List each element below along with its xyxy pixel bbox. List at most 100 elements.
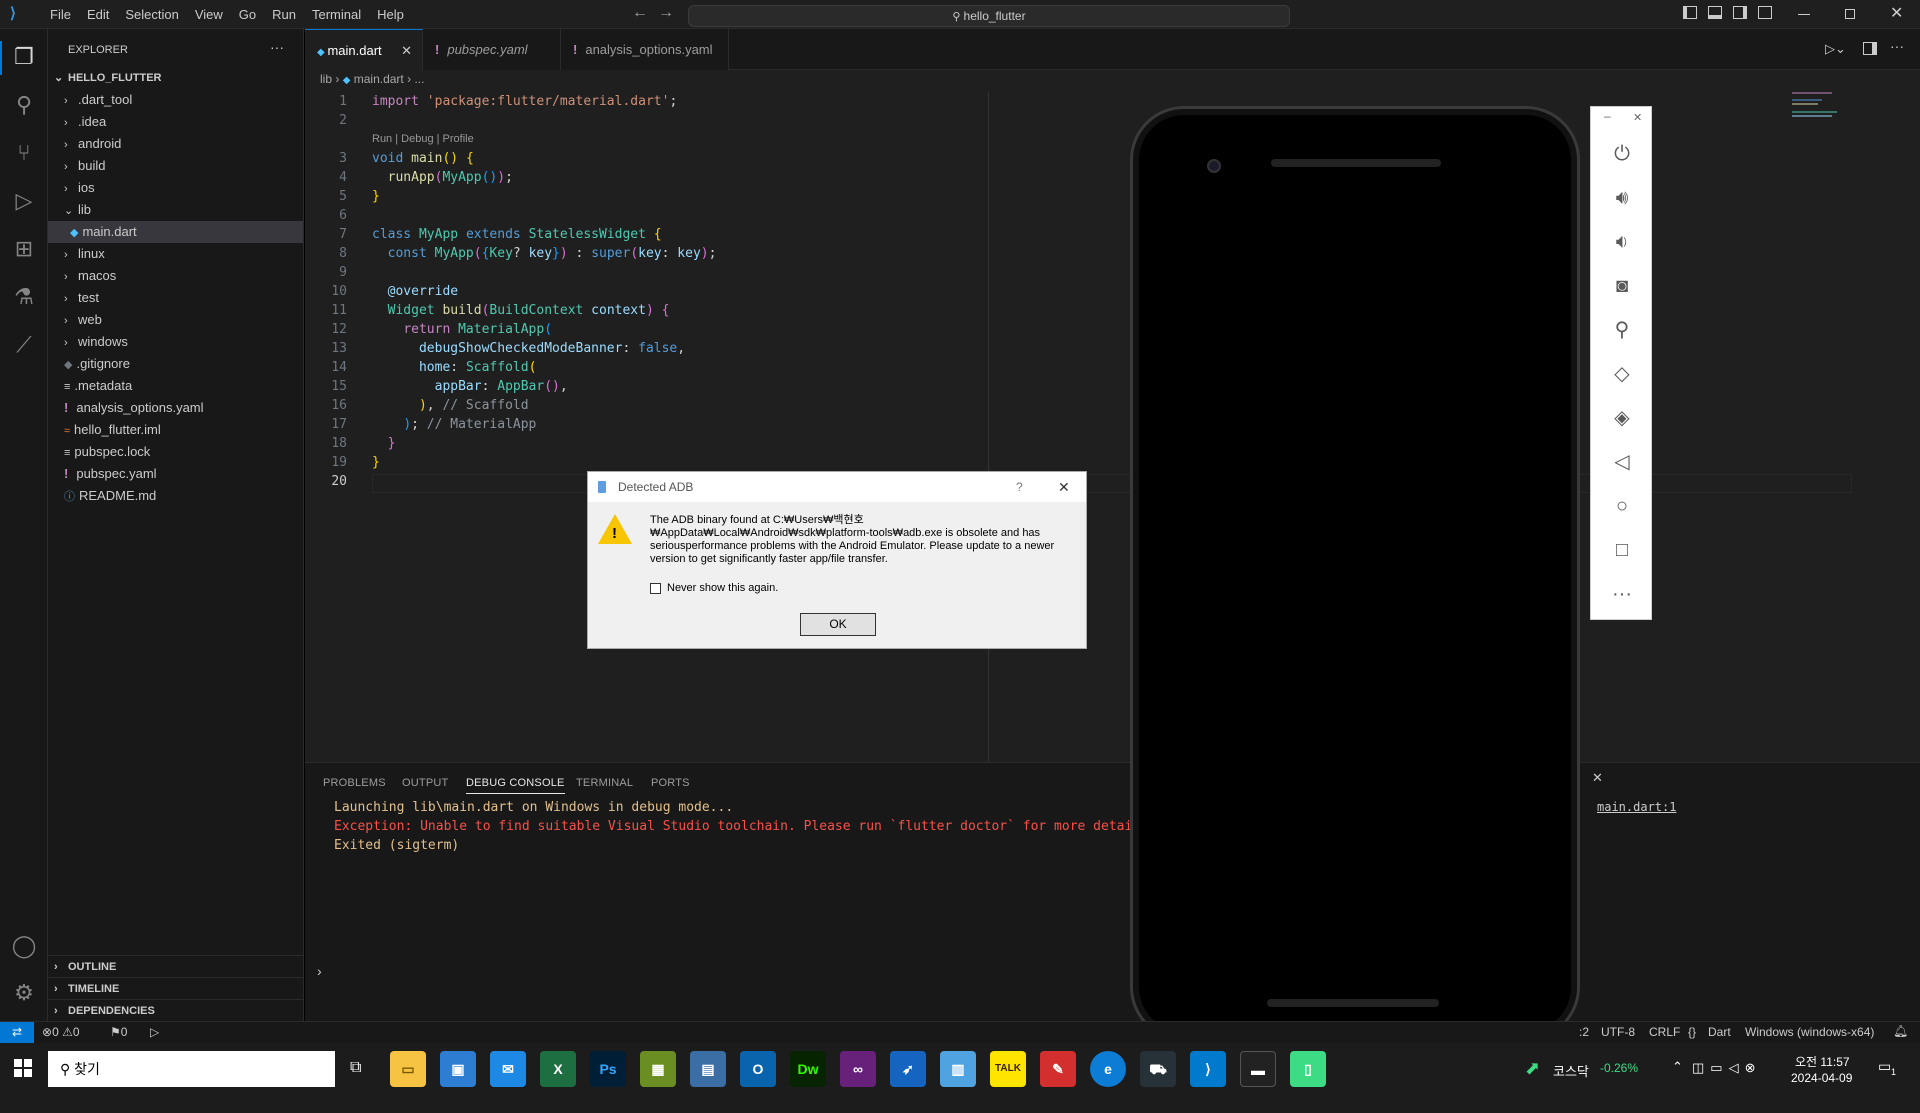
tree-item-pubspec-lock[interactable]: ≡ pubspec.lock (48, 441, 303, 463)
remote-app-icon[interactable]: ▤ (690, 1051, 726, 1087)
store-icon[interactable]: ▣ (440, 1051, 476, 1087)
tab-terminal[interactable]: TERMINAL (576, 777, 633, 789)
testing-icon[interactable]: ⚗ (10, 283, 38, 311)
tree-item-readme[interactable]: ⓘ README.md (48, 485, 303, 507)
tree-item-pubspec-yaml[interactable]: ! pubspec.yaml (48, 463, 303, 485)
dreamweaver-icon[interactable]: Dw (790, 1051, 826, 1087)
tree-item-gitignore[interactable]: ◆ .gitignore (48, 353, 303, 375)
tree-item-test[interactable]: › test (48, 287, 303, 309)
explorer-icon[interactable]: ❐ (10, 43, 38, 71)
menu-help[interactable]: Help (369, 0, 412, 29)
tree-item-macos[interactable]: › macos (48, 265, 303, 287)
flutter-icon[interactable]: ⟋ (10, 331, 38, 359)
back-icon[interactable]: ◁ (1607, 447, 1637, 477)
more-actions-icon[interactable]: ··· (270, 39, 284, 55)
photoshop-icon[interactable]: Ps (590, 1051, 626, 1087)
remote-indicator-icon[interactable]: ⇄ (0, 1022, 34, 1043)
mail-icon[interactable]: ✉ (490, 1051, 526, 1087)
terminal-icon[interactable]: ▬ (1240, 1051, 1276, 1087)
close-emulator-icon[interactable]: ✕ (1633, 111, 1642, 124)
back-arrow-icon[interactable]: ← (632, 4, 648, 22)
run-debug-icon[interactable]: ▷ (10, 187, 38, 215)
edge-icon[interactable]: e (1090, 1051, 1126, 1087)
section-dependencies[interactable]: › DEPENDENCIES (48, 999, 303, 1021)
menu-selection[interactable]: Selection (117, 0, 186, 29)
tab-analysis-options[interactable]: ! analysis_options.yaml (561, 29, 729, 70)
section-timeline[interactable]: › TIMELINE (48, 977, 303, 999)
source-control-icon[interactable]: ⑂ (10, 139, 38, 167)
tab-main-dart[interactable]: ◆ main.dart ✕ (305, 29, 423, 70)
tree-item-analysis-options[interactable]: ! analysis_options.yaml (48, 397, 303, 419)
excel-icon[interactable]: X (540, 1051, 576, 1087)
cursor-position[interactable]: :2 (1579, 1025, 1589, 1039)
breadcrumb-file[interactable]: main.dart (354, 72, 404, 86)
more-actions-icon[interactable]: ··· (1890, 38, 1904, 54)
screenshot-camera-icon[interactable]: ◙ (1607, 271, 1637, 301)
browser-app-icon[interactable]: ➶ (890, 1051, 926, 1087)
tab-pubspec-yaml[interactable]: ! pubspec.yaml (423, 29, 561, 70)
tab-output[interactable]: OUTPUT (402, 777, 448, 789)
toggle-secondary-sidebar-icon[interactable] (1733, 6, 1747, 19)
eol-status[interactable]: CRLF (1649, 1025, 1680, 1039)
tree-item-build[interactable]: › build (48, 155, 303, 177)
menu-run[interactable]: Run (264, 0, 304, 29)
close-window-icon[interactable]: ✕ (1890, 3, 1903, 23)
zoom-icon[interactable]: ⚲ (1607, 315, 1637, 345)
close-panel-icon[interactable]: ✕ (1592, 770, 1603, 786)
rotate-left-icon[interactable]: ◇ (1607, 359, 1637, 389)
language-status[interactable]: Dart (1708, 1025, 1731, 1039)
target-platform-status[interactable]: Windows (windows-x64) (1745, 1025, 1874, 1039)
home-icon[interactable]: ○ (1607, 491, 1637, 521)
ok-button[interactable]: OK (800, 613, 876, 636)
visual-studio-icon[interactable]: ∞ (840, 1051, 876, 1087)
command-center-search[interactable]: ⚲ hello_flutter (688, 5, 1290, 27)
encoding-status[interactable]: UTF-8 (1601, 1025, 1635, 1039)
console-prompt-icon[interactable]: › (317, 963, 322, 979)
tree-item-metadata[interactable]: ≡ .metadata (48, 375, 303, 397)
menu-file[interactable]: File (42, 0, 79, 29)
problems-status[interactable]: ⊗0 ⚠0 (42, 1025, 80, 1039)
minimize-window-icon[interactable] (1798, 14, 1810, 15)
never-show-checkbox[interactable] (650, 583, 661, 594)
tree-item-idea[interactable]: › .idea (48, 111, 303, 133)
breadcrumb-lib[interactable]: lib (320, 72, 332, 86)
tree-item-ios[interactable]: › ios (48, 177, 303, 199)
debug-status-icon[interactable]: ▷ (150, 1025, 159, 1039)
stock-name[interactable]: 코스닥 (1553, 1061, 1589, 1080)
kakaotalk-icon[interactable]: TALK (990, 1051, 1026, 1087)
tree-item-android[interactable]: › android (48, 133, 303, 155)
overview-icon[interactable]: □ (1607, 535, 1637, 565)
ports-status[interactable]: ⚑0 (110, 1025, 127, 1039)
car-app-icon[interactable]: ⛟ (1140, 1051, 1176, 1087)
toggle-panel-icon[interactable] (1708, 6, 1722, 19)
tab-problems[interactable]: PROBLEMS (323, 777, 386, 789)
tray-icons[interactable]: ◫▭◁⊗ (1692, 1060, 1761, 1076)
search-icon[interactable]: ⚲ (10, 91, 38, 119)
task-view-icon[interactable]: ⧉ (350, 1059, 361, 1077)
taskbar-search-box[interactable]: ⚲ 찾기 (48, 1051, 335, 1087)
help-icon[interactable]: ? (1016, 472, 1023, 502)
volume-up-icon[interactable]: 🔊︎ (1607, 183, 1637, 213)
menu-view[interactable]: View (187, 0, 231, 29)
tree-item-lib[interactable]: ⌄ lib (48, 199, 303, 221)
extensions-icon[interactable]: ⊞ (10, 235, 38, 263)
windows-start-icon[interactable] (14, 1059, 32, 1077)
pdf-app-icon[interactable]: ✎ (1040, 1051, 1076, 1087)
file-explorer-icon[interactable]: ▭ (390, 1051, 426, 1087)
clock-date[interactable]: 2024-04-09 (1791, 1071, 1852, 1085)
menu-terminal[interactable]: Terminal (304, 0, 369, 29)
tree-item-windows[interactable]: › windows (48, 331, 303, 353)
run-debug-dropdown-icon[interactable]: ▷⌄ (1825, 41, 1846, 57)
notification-center-icon[interactable]: ▭ (1878, 1058, 1891, 1075)
rotate-right-icon[interactable]: ◈ (1607, 403, 1637, 433)
notifications-bell-icon[interactable]: 🔔︎ (1893, 1024, 1908, 1038)
close-tab-icon[interactable]: ✕ (401, 30, 412, 71)
code-editor[interactable]: lib › ◆ main.dart › ... 1 2 Run | Debug … (305, 70, 1920, 762)
close-dialog-icon[interactable]: ✕ (1058, 472, 1070, 502)
tree-item-main-dart[interactable]: ◆ main.dart (48, 221, 303, 243)
toggle-primary-sidebar-icon[interactable] (1683, 6, 1697, 19)
system-tray-chevron-icon[interactable]: ⌃ (1672, 1059, 1683, 1075)
minimap[interactable] (1792, 92, 1862, 132)
tree-item-dart-tool[interactable]: › .dart_tool (48, 89, 303, 111)
project-root[interactable]: ⌄ HELLO_FLUTTER (48, 67, 303, 89)
